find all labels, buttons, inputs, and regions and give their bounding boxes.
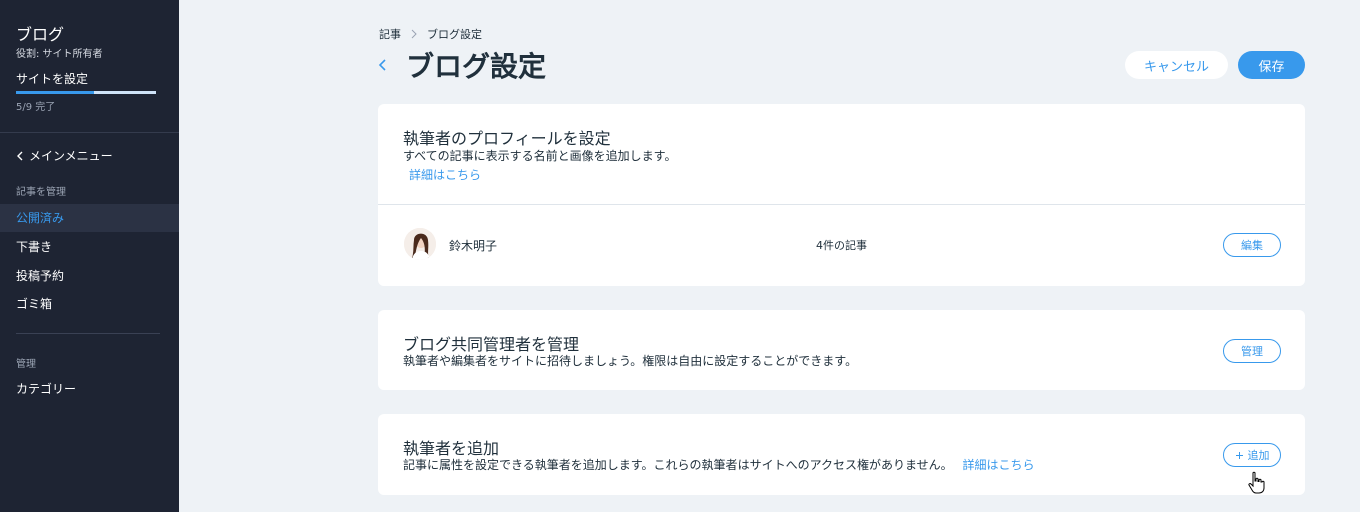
manage-button[interactable]: 管理 xyxy=(1223,339,1281,363)
edit-author-button[interactable]: 編集 xyxy=(1223,233,1281,257)
card-title: 執筆者のプロフィールを設定 xyxy=(403,129,611,148)
author-avatar xyxy=(404,228,436,260)
sidebar-item-scheduled[interactable]: 投稿予約 xyxy=(0,262,179,290)
card-description-text: 記事に属性を設定できる執筆者を追加します。これらの執筆者はサイトへのアクセス権が… xyxy=(403,458,953,472)
breadcrumb-current: ブログ設定 xyxy=(427,28,482,41)
coadmin-card: ブログ共同管理者を管理 執筆者や編集者をサイトに招待しましょう。権限は自由に設定… xyxy=(378,310,1305,390)
person-photo-icon xyxy=(404,228,436,260)
breadcrumb-root[interactable]: 記事 xyxy=(379,26,401,42)
main-menu-back-button[interactable]: メインメニュー xyxy=(16,147,113,164)
sidebar-role: 役割: サイト所有者 xyxy=(16,49,103,60)
card-description: 執筆者や編集者をサイトに招待しましょう。権限は自由に設定することができます。 xyxy=(403,354,858,368)
sidebar-item-drafts[interactable]: 下書き xyxy=(0,233,179,261)
save-button[interactable]: 保存 xyxy=(1238,51,1305,79)
sidebar-title: ブログ xyxy=(16,25,65,44)
cancel-button[interactable]: キャンセル xyxy=(1125,51,1228,79)
section-manage-posts: 記事を管理 xyxy=(16,187,66,198)
breadcrumb: 記事 ブログ設定 xyxy=(379,26,482,42)
add-writer-button[interactable]: 追加 xyxy=(1223,443,1281,467)
section-manage: 管理 xyxy=(16,359,36,370)
manage-label: 管理 xyxy=(1241,345,1263,358)
setup-progress-bar xyxy=(16,91,156,94)
learn-more-link[interactable]: 詳細はこちら xyxy=(409,166,481,183)
card-divider xyxy=(378,204,1305,205)
add-writer-card: 執筆者を追加 記事に属性を設定できる執筆者を追加します。これらの執筆者はサイトへ… xyxy=(378,414,1305,495)
main-menu-label: メインメニュー xyxy=(29,149,113,163)
setup-progress-fill xyxy=(16,91,94,94)
sidebar: ブログ 役割: サイト所有者 サイトを設定 5/9 完了 メインメニュー 記事を… xyxy=(0,0,179,512)
sidebar-item-trash[interactable]: ゴミ箱 xyxy=(0,290,179,318)
card-description: すべての記事に表示する名前と画像を追加します。 xyxy=(403,149,677,163)
chevron-left-icon xyxy=(17,151,23,160)
sidebar-item-published[interactable]: 公開済み xyxy=(0,204,179,232)
sidebar-item-categories[interactable]: カテゴリー xyxy=(0,375,179,403)
page-title: ブログ設定 xyxy=(406,50,547,83)
plus-icon xyxy=(1235,451,1243,459)
sidebar-divider xyxy=(16,333,160,334)
author-profile-card: 執筆者のプロフィールを設定 すべての記事に表示する名前と画像を追加します。 詳細… xyxy=(378,104,1305,286)
add-label: 追加 xyxy=(1247,449,1270,462)
chevron-right-icon xyxy=(411,29,417,39)
sidebar-divider xyxy=(0,132,179,133)
site-setup-link[interactable]: サイトを設定 xyxy=(16,70,88,87)
author-post-count: 4件の記事 xyxy=(816,239,867,252)
card-description: 記事に属性を設定できる執筆者を追加します。これらの執筆者はサイトへのアクセス権が… xyxy=(403,456,1034,473)
setup-progress-text: 5/9 完了 xyxy=(16,102,56,113)
author-name: 鈴木明子 xyxy=(449,239,498,253)
back-arrow-icon[interactable] xyxy=(375,55,391,75)
hand-pointer-cursor-icon xyxy=(1248,471,1265,494)
learn-more-link[interactable]: 詳細はこちら xyxy=(962,458,1034,472)
edit-label: 編集 xyxy=(1241,239,1263,252)
